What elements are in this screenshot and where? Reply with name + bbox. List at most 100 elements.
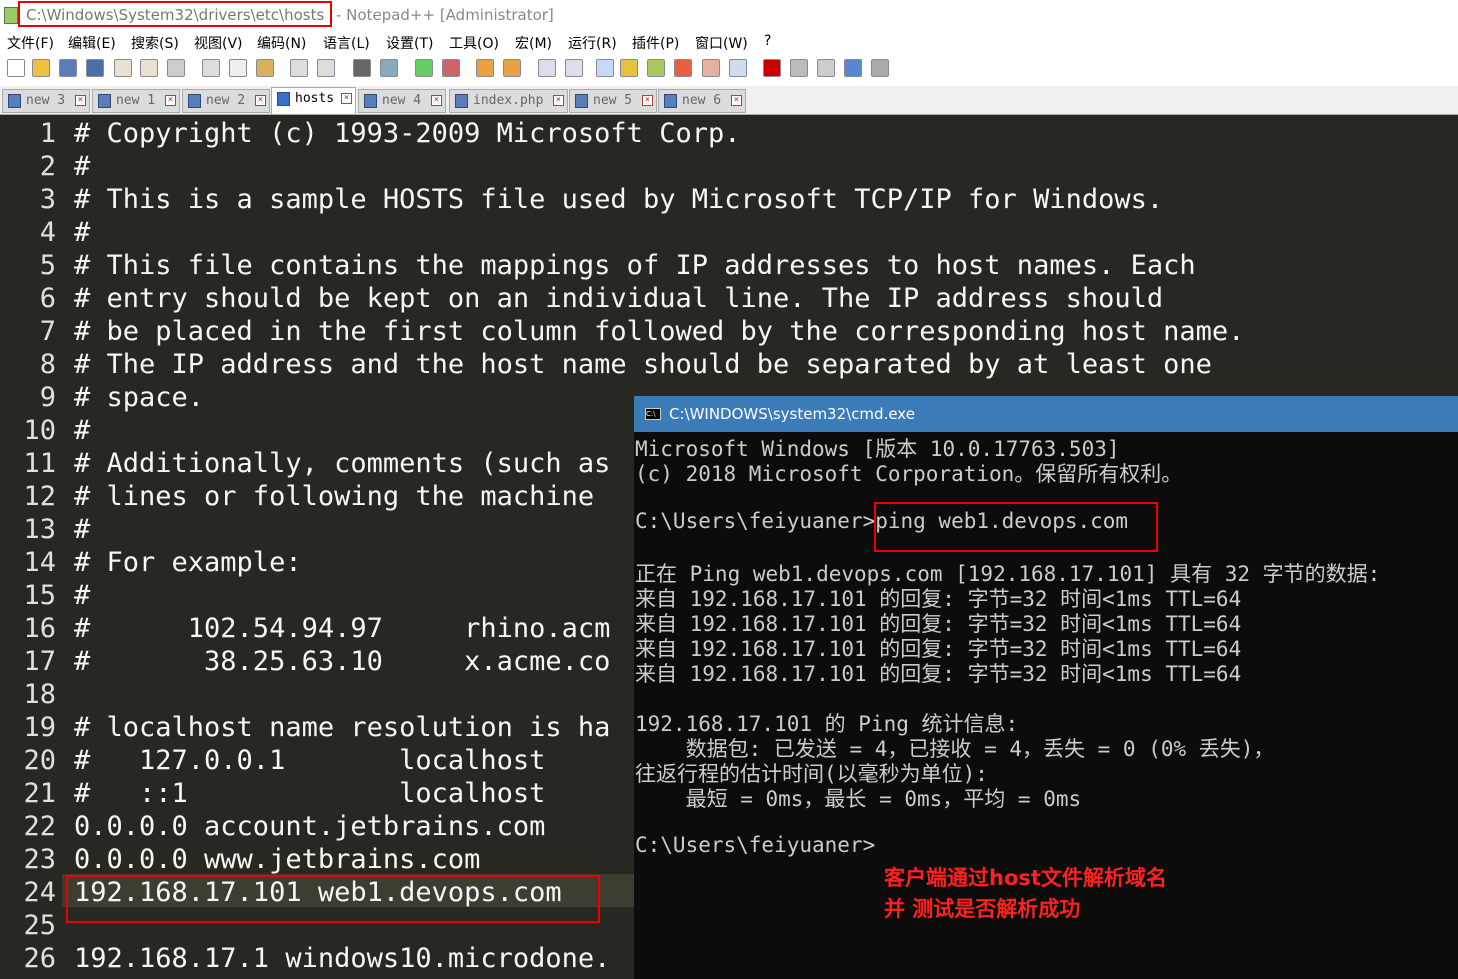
tab-label: new 5 — [593, 93, 633, 108]
close-icon[interactable]: × — [731, 95, 742, 106]
line-text: # lines or following the machine — [74, 481, 595, 512]
line-number: 11 — [23, 448, 56, 479]
line-number: 21 — [23, 778, 56, 809]
line-number: 8 — [39, 349, 56, 380]
tab-index-php[interactable]: index.php × — [449, 89, 568, 113]
close-icon[interactable]: × — [165, 95, 176, 106]
sync-vertical-icon[interactable] — [476, 59, 494, 77]
line-text: # 38.25.63.10 x.acme.co — [74, 646, 611, 677]
copy-icon[interactable] — [229, 59, 247, 77]
line-number: 20 — [23, 745, 56, 776]
line-text: # This file contains the mappings of IP … — [74, 250, 1196, 281]
tab-new-1[interactable]: new 1 × — [92, 89, 180, 113]
menu-file[interactable]: 文件(F) — [7, 33, 54, 53]
highlight-box-ping-command — [874, 502, 1158, 552]
file-icon — [455, 94, 468, 108]
redo-icon[interactable] — [317, 59, 335, 77]
record-macro-icon[interactable] — [763, 59, 781, 77]
menu-edit[interactable]: 编辑(E) — [68, 33, 116, 53]
save-all-icon[interactable] — [86, 59, 104, 77]
close-file-icon[interactable] — [114, 59, 132, 77]
editor-line[interactable]: 3 # This is a sample HOSTS file used by M… — [0, 183, 1458, 216]
line-number: 26 — [23, 943, 56, 974]
line-text: # be placed in the first column followed… — [74, 316, 1245, 347]
menu-tools[interactable]: 工具(O) — [449, 33, 499, 53]
close-icon[interactable]: × — [642, 95, 653, 106]
playback-macro-icon[interactable] — [817, 59, 835, 77]
document-map-icon[interactable] — [647, 59, 665, 77]
tab-label: new 4 — [382, 93, 422, 108]
tab-hosts[interactable]: hosts × — [271, 87, 356, 114]
close-icon[interactable]: × — [431, 95, 442, 106]
monitoring-icon[interactable] — [729, 59, 747, 77]
line-text: # 127.0.0.1 localhost — [74, 745, 546, 776]
cut-icon[interactable] — [202, 59, 220, 77]
tab-new-4[interactable]: new 4 × — [358, 89, 446, 113]
close-all-icon[interactable] — [140, 59, 158, 77]
editor-line[interactable]: 2 # — [0, 150, 1458, 183]
editor-line[interactable]: 5 # This file contains the mappings of IP… — [0, 249, 1458, 282]
undo-icon[interactable] — [290, 59, 308, 77]
menu-language[interactable]: 语言(L) — [323, 33, 370, 53]
function-list-icon[interactable] — [674, 59, 692, 77]
save-icon[interactable] — [59, 59, 77, 77]
tab-new-2[interactable]: new 2 × — [182, 89, 270, 113]
window-title-path: C:\Windows\System32\drivers\etc\hosts — [18, 1, 333, 27]
menu-window[interactable]: 窗口(W) — [695, 33, 748, 53]
line-number: 16 — [23, 613, 56, 644]
zoom-in-icon[interactable] — [415, 59, 433, 77]
cmd-title: C:\WINDOWS\system32\cmd.exe — [669, 405, 915, 423]
cmd-window[interactable]: C:\ C:\WINDOWS\system32\cmd.exe Microsof… — [634, 396, 1458, 979]
word-wrap-icon[interactable] — [538, 59, 556, 77]
sync-horizontal-icon[interactable] — [503, 59, 521, 77]
print-icon[interactable] — [167, 59, 185, 77]
close-icon[interactable]: × — [341, 93, 352, 104]
stop-recording-icon[interactable] — [790, 59, 808, 77]
close-icon[interactable]: × — [255, 95, 266, 106]
run-macro-multiple-icon[interactable] — [844, 59, 862, 77]
new-file-icon[interactable] — [7, 59, 25, 77]
line-number: 2 — [39, 151, 56, 182]
tab-new-3[interactable]: new 3 × — [2, 89, 90, 113]
line-number: 14 — [23, 547, 56, 578]
editor-line[interactable]: 6 # entry should be kept on an individual… — [0, 282, 1458, 315]
close-icon[interactable]: × — [553, 95, 564, 106]
line-number: 13 — [23, 514, 56, 545]
line-number: 10 — [23, 415, 56, 446]
close-icon[interactable]: × — [75, 95, 86, 106]
paste-icon[interactable] — [256, 59, 274, 77]
line-text: # localhost name resolution is ha — [74, 712, 611, 743]
menu-search[interactable]: 搜索(S) — [131, 33, 179, 53]
folder-as-workspace-icon[interactable] — [702, 59, 720, 77]
save-macro-icon[interactable] — [871, 59, 889, 77]
tab-new-5[interactable]: new 5 × — [569, 89, 657, 113]
line-text: # — [74, 415, 91, 446]
editor-line[interactable]: 8 # The IP address and the host name shou… — [0, 348, 1458, 381]
zoom-out-icon[interactable] — [442, 59, 460, 77]
editor-line[interactable]: 7 # be placed in the first column followe… — [0, 315, 1458, 348]
file-icon — [98, 94, 111, 108]
cmd-title-bar[interactable]: C:\ C:\WINDOWS\system32\cmd.exe — [634, 396, 1458, 432]
tab-new-6[interactable]: new 6 × — [658, 89, 746, 113]
menu-encoding[interactable]: 编码(N) — [257, 33, 306, 53]
menu-view[interactable]: 视图(V) — [194, 33, 243, 53]
indent-guide-icon[interactable] — [596, 59, 614, 77]
menu-settings[interactable]: 设置(T) — [386, 33, 433, 53]
highlight-box-hosts-entry — [66, 875, 600, 923]
line-text: # Additionally, comments (such as — [74, 448, 611, 479]
open-file-icon[interactable] — [32, 59, 50, 77]
menu-macro[interactable]: 宏(M) — [515, 33, 552, 53]
menu-help[interactable]: ? — [764, 33, 771, 49]
tab-label: index.php — [473, 93, 544, 108]
menu-plugins[interactable]: 插件(P) — [632, 33, 679, 53]
line-text: # For example: — [74, 547, 302, 578]
menu-run[interactable]: 运行(R) — [568, 33, 617, 53]
user-defined-language-icon[interactable] — [620, 59, 638, 77]
tab-label: hosts — [295, 91, 335, 106]
editor-line[interactable]: 4 # — [0, 216, 1458, 249]
find-icon[interactable] — [353, 59, 371, 77]
show-all-characters-icon[interactable] — [565, 59, 583, 77]
tab-label: new 1 — [116, 93, 156, 108]
editor-line[interactable]: 1 # Copyright (c) 1993-2009 Microsoft Cor… — [0, 117, 1458, 150]
replace-icon[interactable] — [380, 59, 398, 77]
